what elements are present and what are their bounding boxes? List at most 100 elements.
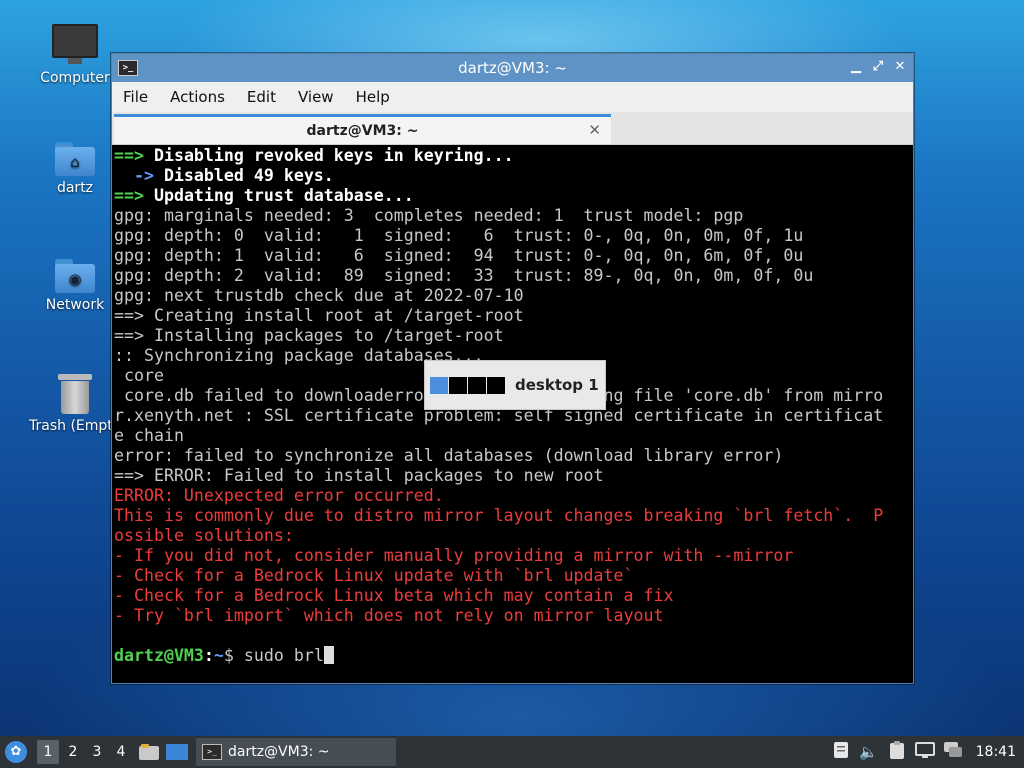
tab-close-icon[interactable]: ✕ [588, 121, 601, 139]
network-icon[interactable] [914, 741, 936, 763]
terminal-line: gpg: marginals needed: 3 completes neede… [114, 206, 911, 226]
terminal-line-text: This is commonly due to distro mirror la… [114, 506, 884, 525]
terminal-output[interactable]: ==> Disabling revoked keys in keyring...… [114, 146, 911, 681]
terminal-line-text: - If you did not, consider manually prov… [114, 546, 794, 565]
menu-view[interactable]: View [287, 88, 345, 106]
desktop-icon-trash[interactable]: Trash (Empty) [29, 374, 127, 434]
terminal-line-text: gpg: next trustdb check due at 2022-07-1… [114, 286, 524, 305]
network-folder-icon: ◉ [55, 259, 95, 293]
terminal-line: ==> Disabling revoked keys in keyring... [114, 146, 911, 166]
workspace-2[interactable]: 2 [62, 740, 84, 764]
desktop-switcher-cell [468, 376, 486, 394]
window-title: dartz@VM3: ~ [458, 59, 567, 77]
taskbar-task-terminal[interactable]: >_ dartz@VM3: ~ [196, 738, 396, 766]
terminal-task-icon: >_ [202, 744, 222, 760]
prompt-input: sudo brl [243, 646, 324, 665]
terminal-line: gpg: depth: 0 valid: 1 signed: 6 trust: … [114, 226, 911, 246]
minimize-icon[interactable]: ▁ [849, 59, 863, 74]
desktop-icon-label: dartz [56, 180, 94, 196]
terminal-line: ossible solutions: [114, 526, 911, 546]
terminal-line: ==> ERROR: Failed to install packages to… [114, 466, 911, 486]
terminal-line: gpg: depth: 2 valid: 89 signed: 33 trust… [114, 266, 911, 286]
notes-icon[interactable] [830, 741, 852, 763]
clock[interactable]: 18:41 [976, 744, 1016, 760]
terminal-prompt[interactable]: dartz@VM3:~$ sudo brl [114, 646, 911, 666]
task-label: dartz@VM3: ~ [228, 744, 330, 760]
desktop-icon-label: Network [45, 297, 105, 313]
prompt-symbol: $ [223, 646, 244, 665]
terminal-line: - Check for a Bedrock Linux update with … [114, 566, 911, 586]
terminal-line-text: gpg: marginals needed: 3 completes neede… [114, 206, 744, 225]
show-desktop-icon[interactable] [166, 742, 188, 762]
maximize-icon[interactable]: ⤢ [871, 59, 885, 74]
terminal-line: - If you did not, consider manually prov… [114, 546, 911, 566]
terminal-arrow: ==> [114, 186, 154, 205]
clipboard-icon[interactable] [886, 740, 908, 764]
close-icon[interactable]: ✕ [893, 59, 907, 74]
desktop-icon-label: Trash (Empty) [29, 418, 127, 434]
window-titlebar[interactable]: >_ dartz@VM3: ~ ▁ ⤢ ✕ [112, 54, 913, 82]
terminal-line-text: ossible solutions: [114, 526, 294, 545]
terminal-line: - Check for a Bedrock Linux beta which m… [114, 586, 911, 606]
terminal-line-text: ==> Creating install root at /target-roo… [114, 306, 524, 325]
desktop-switcher-label: desktop 1 [515, 376, 599, 394]
terminal-line-text: core [114, 366, 164, 385]
desktop-icon-computer[interactable]: Computer [29, 24, 121, 86]
menu-help[interactable]: Help [345, 88, 401, 106]
terminal-line: This is commonly due to distro mirror la… [114, 506, 911, 526]
text-cursor [323, 646, 334, 664]
terminal-line-text: - Try `brl import` which does not rely o… [114, 606, 664, 625]
desktop-switcher-cell [449, 376, 467, 394]
menu-file[interactable]: File [112, 88, 159, 106]
terminal-line: ==> Updating trust database... [114, 186, 911, 206]
desktop-icon-label: Computer [40, 70, 110, 86]
terminal-arrow: -> [114, 166, 164, 185]
terminal-line: - Try `brl import` which does not rely o… [114, 606, 911, 626]
terminal-line-text: e chain [114, 426, 184, 445]
tab-bar: dartz@VM3: ~ ✕ [112, 112, 913, 145]
prompt-path: ~ [213, 646, 224, 665]
chat-icon[interactable] [942, 741, 964, 763]
terminal-line-text: ==> ERROR: Failed to install packages to… [114, 466, 604, 485]
terminal-line-text: Updating trust database... [153, 186, 414, 205]
start-menu-icon[interactable]: ✿ [5, 741, 27, 763]
computer-icon [52, 24, 98, 64]
terminal-line: gpg: depth: 1 valid: 6 signed: 94 trust:… [114, 246, 911, 266]
terminal-line-text: ==> Installing packages to /target-root [114, 326, 504, 345]
menu-edit[interactable]: Edit [236, 88, 287, 106]
home-folder-icon: ⌂ [55, 142, 95, 176]
desktop-switcher-popup: desktop 1 [424, 360, 606, 410]
volume-icon[interactable]: 🔈 [858, 743, 880, 761]
terminal-line-text: - Check for a Bedrock Linux beta which m… [114, 586, 674, 605]
workspace-4[interactable]: 4 [110, 740, 132, 764]
workspace-1[interactable]: 1 [37, 740, 59, 764]
taskbar: ✿ 1 2 3 4 >_ dartz@VM3: ~ 🔈 18:41 [0, 736, 1024, 768]
terminal-line-text: gpg: depth: 0 valid: 1 signed: 6 trust: … [114, 226, 804, 245]
desktop-switcher-cells [430, 376, 505, 394]
terminal-line-text: - Check for a Bedrock Linux update with … [114, 566, 634, 585]
system-tray: 🔈 18:41 [830, 736, 1024, 768]
terminal-line-text: Disabled 49 keys. [163, 166, 334, 185]
terminal-line: ==> Creating install root at /target-roo… [114, 306, 911, 326]
desktop-icon-network[interactable]: ◉ Network [29, 259, 121, 313]
terminal-line-text: gpg: depth: 1 valid: 6 signed: 94 trust:… [114, 246, 804, 265]
terminal-line: ==> Installing packages to /target-root [114, 326, 911, 346]
menu-actions[interactable]: Actions [159, 88, 236, 106]
terminal-line: e chain [114, 426, 911, 446]
terminal-line: ERROR: Unexpected error occurred. [114, 486, 911, 506]
tab-label: dartz@VM3: ~ [306, 122, 419, 139]
terminal-line: gpg: next trustdb check due at 2022-07-1… [114, 286, 911, 306]
prompt-separator: : [203, 646, 214, 665]
workspace-3[interactable]: 3 [86, 740, 108, 764]
terminal-line-text: gpg: depth: 2 valid: 89 signed: 33 trust… [114, 266, 814, 285]
tab-terminal[interactable]: dartz@VM3: ~ ✕ [114, 114, 611, 144]
terminal-arrow: ==> [114, 146, 154, 165]
terminal-line: -> Disabled 49 keys. [114, 166, 911, 186]
file-manager-icon[interactable] [138, 742, 160, 762]
desktop-switcher-cell [487, 376, 505, 394]
prompt-user-host: dartz@VM3 [114, 646, 204, 665]
desktop-icon-home[interactable]: ⌂ dartz [29, 142, 121, 196]
desktop-switcher-cell [430, 376, 448, 394]
terminal-line-text: error: failed to synchronize all databas… [114, 446, 784, 465]
